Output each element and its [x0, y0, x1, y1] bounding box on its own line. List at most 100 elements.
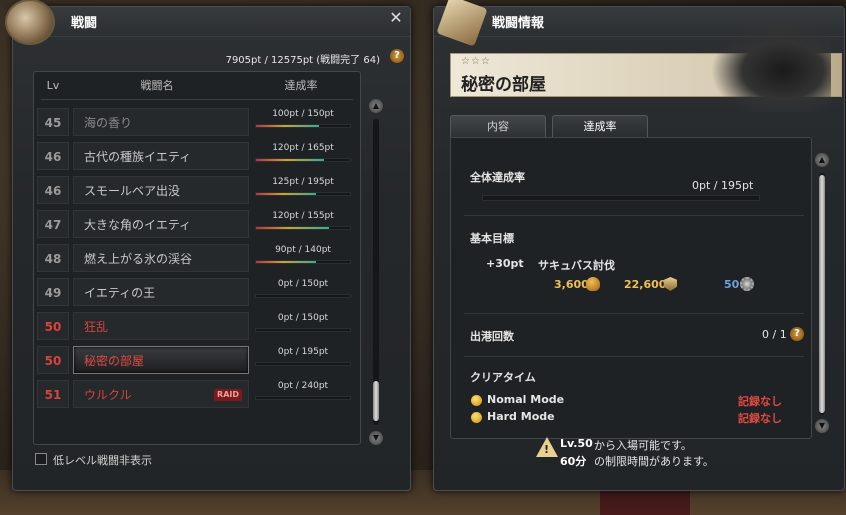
reward-badge-amount: 22,600 [624, 278, 667, 291]
progress-bar [255, 124, 351, 128]
battle-list-window: 戦闘 ✕ 7905pt / 12575pt (戦闘完了 64) ? Lv 戦闘名… [5, 0, 411, 491]
goal-points: +30pt [486, 257, 524, 270]
battle-list-header: Lv 戦闘名 達成率 [33, 75, 361, 97]
divider [464, 313, 804, 314]
battle-row[interactable]: 46 スモールベア出没 125pt / 195pt [37, 176, 367, 204]
battle-rate: 90pt / 140pt [255, 244, 351, 272]
reward-coin-amount: 3,600 [554, 278, 589, 291]
goal-name: サキュバス討伐 [538, 259, 615, 272]
battle-level: 46 [37, 142, 69, 170]
notice-time: 60分 [560, 455, 587, 468]
progress-bar [255, 260, 351, 264]
battle-row[interactable]: 50 秘密の部屋 0pt / 195pt [37, 346, 367, 374]
battle-name-text: 海の香り [84, 116, 133, 130]
scroll-up-button[interactable]: ▲ [369, 99, 383, 113]
battle-row[interactable]: 46 古代の種族イエティ 120pt / 165pt [37, 142, 367, 170]
battle-rate: 100pt / 150pt [255, 108, 351, 136]
progress-bar [255, 192, 351, 196]
battle-row[interactable]: 48 燃え上がる氷の渓谷 90pt / 140pt [37, 244, 367, 272]
battle-rate-text: 120pt / 155pt [272, 211, 334, 221]
divider [464, 356, 804, 357]
battle-name[interactable]: 燃え上がる氷の渓谷 [73, 244, 249, 272]
header-rate: 達成率 [284, 79, 318, 92]
progress-bar [255, 328, 351, 332]
clear-time-label: クリアタイム [470, 371, 536, 384]
scroll-track[interactable] [373, 119, 379, 425]
scroll-thumb[interactable] [373, 381, 379, 421]
normal-mode-label: Nomal Mode [487, 393, 565, 406]
battle-name[interactable]: 大きな角のイエティ [73, 210, 249, 238]
basic-goal-label: 基本目標 [470, 232, 514, 245]
progress-bar [255, 362, 351, 366]
battle-level: 51 [37, 380, 69, 408]
battle-name-text: 狂乱 [84, 320, 109, 334]
battle-name-text: 古代の種族イエティ [84, 150, 192, 164]
progress-fill [256, 261, 317, 263]
battle-name[interactable]: スモールベア出没 [73, 176, 249, 204]
progress-bar [255, 226, 351, 230]
battle-rate-text: 0pt / 195pt [277, 347, 329, 357]
battle-rate-text: 120pt / 165pt [272, 143, 334, 153]
battle-level: 48 [37, 244, 69, 272]
battle-level: 45 [37, 108, 69, 136]
tab-achievement[interactable]: 達成率 [552, 115, 648, 137]
battle-name[interactable]: 古代の種族イエティ [73, 142, 249, 170]
raid-badge: RAID [214, 389, 242, 401]
help-icon[interactable]: ? [390, 49, 404, 63]
battle-level: 50 [37, 312, 69, 340]
hard-mode-label: Hard Mode [487, 410, 555, 423]
progress-fill [256, 193, 317, 195]
info-scrollbar[interactable]: ▲ ▼ [815, 153, 829, 435]
progress-bar [255, 396, 351, 400]
battle-name[interactable]: ウルクル RAID [73, 380, 249, 408]
battle-name[interactable]: 海の香り [73, 108, 249, 136]
window-title: 戦闘 [71, 16, 98, 31]
hide-low-level-label: 低レベル戦闘非表示 [53, 454, 152, 467]
header-lv: Lv [46, 79, 60, 92]
scroll-track[interactable] [819, 173, 825, 415]
header-name: 戦闘名 [140, 79, 174, 92]
battle-rate: 0pt / 150pt [255, 312, 351, 340]
battle-row[interactable]: 47 大きな角のイエティ 120pt / 155pt [37, 210, 367, 238]
scroll-down-button[interactable]: ▼ [369, 431, 383, 445]
gear-icon [740, 277, 754, 291]
overall-rate-value: 0pt / 195pt [692, 179, 754, 192]
battle-rate: 120pt / 155pt [255, 210, 351, 238]
battle-level: 50 [37, 346, 69, 374]
battle-rate: 125pt / 195pt [255, 176, 351, 204]
progress-fill [256, 159, 325, 161]
battle-level: 47 [37, 210, 69, 238]
battle-rate: 0pt / 195pt [255, 346, 351, 374]
total-points: 7905pt / 12575pt (戦闘完了 64) [225, 55, 380, 66]
battle-row[interactable]: 50 狂乱 0pt / 150pt [37, 312, 367, 340]
battle-row[interactable]: 45 海の香り 100pt / 150pt [37, 108, 367, 136]
battle-info-window: 戦闘情報 ☆☆☆ 秘密の部屋 内容 達成率 全体達成率 0pt / 195pt … [433, 0, 845, 491]
battle-rate: 0pt / 240pt [255, 380, 351, 408]
battle-rate-text: 125pt / 195pt [272, 177, 334, 187]
battle-list-title-bar[interactable]: 戦闘 [13, 7, 410, 37]
battle-list-scrollbar[interactable]: ▲ ▼ [369, 99, 383, 445]
battle-row[interactable]: 49 イエティの王 0pt / 150pt [37, 278, 367, 306]
dungeon-name: 秘密の部屋 [461, 75, 546, 95]
window-title: 戦闘情報 [492, 16, 545, 31]
battle-rate-text: 0pt / 150pt [277, 279, 329, 289]
battle-name-text: 大きな角のイエティ [84, 218, 192, 232]
hide-low-level-checkbox[interactable] [35, 453, 47, 465]
tab-content[interactable]: 内容 [450, 115, 546, 137]
warning-mark: ! [544, 443, 550, 456]
battle-name[interactable]: イエティの王 [73, 278, 249, 306]
help-icon[interactable]: ? [790, 327, 804, 341]
battle-rate-text: 0pt / 150pt [277, 313, 329, 323]
battle-name[interactable]: 狂乱 [73, 312, 249, 340]
close-button[interactable]: ✕ [388, 10, 404, 26]
battle-level: 49 [37, 278, 69, 306]
sortie-count-label: 出港回数 [470, 330, 514, 343]
battle-name-text: 燃え上がる氷の渓谷 [84, 252, 193, 266]
scroll-down-button[interactable]: ▼ [815, 419, 829, 433]
battle-row[interactable]: 51 ウルクル RAID 0pt / 240pt [37, 380, 367, 408]
battle-level: 46 [37, 176, 69, 204]
progress-bar [255, 294, 351, 298]
battle-name[interactable]: 秘密の部屋 [73, 346, 249, 374]
scroll-thumb[interactable] [819, 175, 825, 413]
scroll-up-button[interactable]: ▲ [815, 153, 829, 167]
